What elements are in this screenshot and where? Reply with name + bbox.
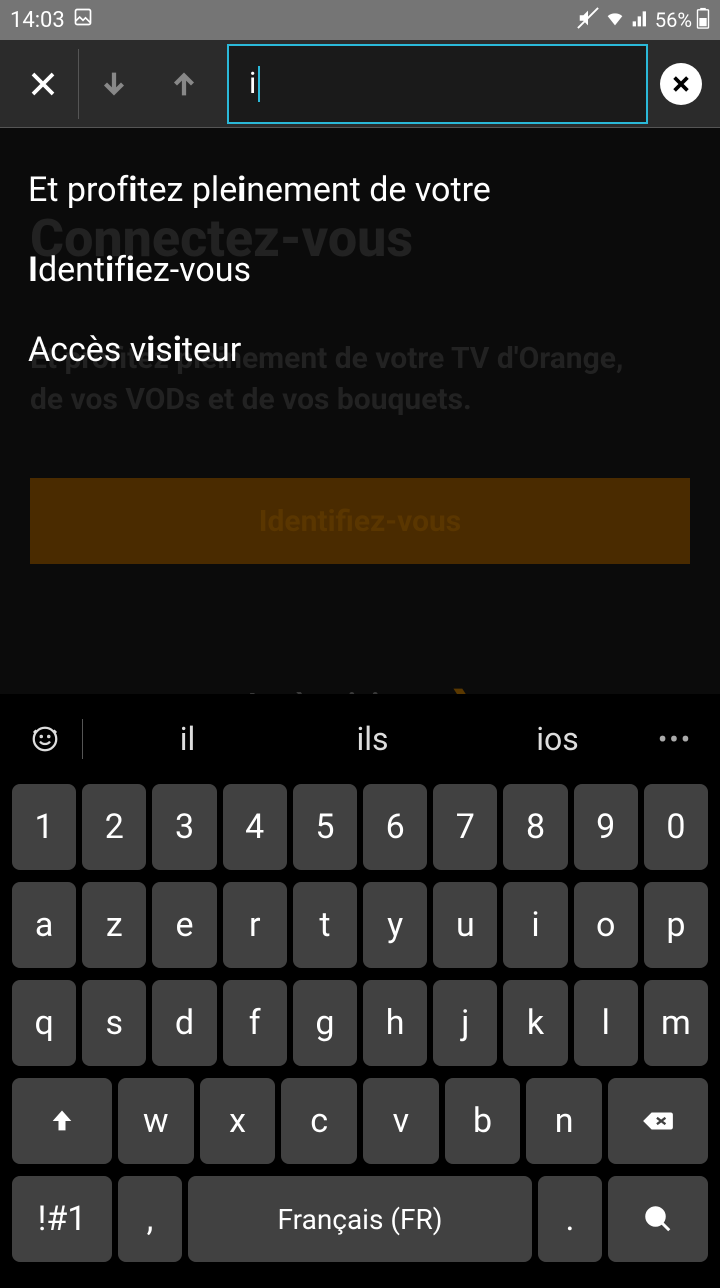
identify-button[interactable]: Identifiez-vous bbox=[30, 478, 690, 564]
key-p[interactable]: p bbox=[644, 882, 708, 968]
shift-key[interactable] bbox=[12, 1078, 112, 1164]
key-s[interactable]: s bbox=[82, 980, 146, 1066]
key-row-2: a z e r t y u i o p bbox=[12, 882, 708, 968]
key-0[interactable]: 0 bbox=[644, 784, 708, 870]
period-key[interactable]: . bbox=[538, 1176, 602, 1262]
symbols-key[interactable]: !#1 bbox=[12, 1176, 112, 1262]
key-b[interactable]: b bbox=[445, 1078, 521, 1164]
divider bbox=[82, 719, 83, 759]
soft-keyboard: il ils ios ••• 1 2 3 4 5 6 7 8 9 0 a z e… bbox=[0, 694, 720, 1280]
key-m[interactable]: m bbox=[644, 980, 708, 1066]
key-row-bottom: !#1 , Français (FR) . bbox=[12, 1176, 708, 1262]
key-z[interactable]: z bbox=[82, 882, 146, 968]
search-key[interactable] bbox=[608, 1176, 708, 1262]
emoji-icon[interactable] bbox=[20, 724, 70, 754]
key-r[interactable]: r bbox=[223, 882, 287, 968]
key-g[interactable]: g bbox=[293, 980, 357, 1066]
key-1[interactable]: 1 bbox=[12, 784, 76, 870]
wifi-icon bbox=[603, 7, 627, 34]
key-7[interactable]: 7 bbox=[433, 784, 497, 870]
key-5[interactable]: 5 bbox=[293, 784, 357, 870]
key-8[interactable]: 8 bbox=[503, 784, 567, 870]
text-caret bbox=[258, 66, 260, 102]
key-2[interactable]: 2 bbox=[82, 784, 146, 870]
key-l[interactable]: l bbox=[574, 980, 638, 1066]
find-result[interactable]: Identifiez-vous bbox=[0, 230, 720, 310]
key-a[interactable]: a bbox=[12, 882, 76, 968]
suggestion[interactable]: ils bbox=[280, 720, 465, 758]
key-w[interactable]: w bbox=[118, 1078, 194, 1164]
key-h[interactable]: h bbox=[363, 980, 427, 1066]
find-result[interactable]: Et profitez pleinement de votre bbox=[0, 150, 720, 230]
suggestion[interactable]: il bbox=[95, 720, 280, 758]
key-k[interactable]: k bbox=[503, 980, 567, 1066]
suggestion-bar: il ils ios ••• bbox=[0, 694, 720, 784]
find-next-down-icon[interactable] bbox=[79, 49, 149, 119]
key-u[interactable]: u bbox=[433, 882, 497, 968]
status-bar: 14:03 56% bbox=[0, 0, 720, 40]
backspace-key[interactable] bbox=[608, 1078, 708, 1164]
find-in-page-bar: i bbox=[0, 40, 720, 128]
key-t[interactable]: t bbox=[293, 882, 357, 968]
find-prev-up-icon[interactable] bbox=[149, 49, 219, 119]
space-key[interactable]: Français (FR) bbox=[188, 1176, 532, 1262]
key-c[interactable]: c bbox=[281, 1078, 357, 1164]
find-input[interactable]: i bbox=[227, 44, 648, 124]
key-row-4: w x c v b n bbox=[12, 1078, 708, 1164]
key-3[interactable]: 3 bbox=[152, 784, 216, 870]
key-4[interactable]: 4 bbox=[223, 784, 287, 870]
key-x[interactable]: x bbox=[200, 1078, 276, 1164]
clear-input-icon[interactable] bbox=[660, 63, 702, 105]
close-icon[interactable] bbox=[8, 49, 78, 119]
find-results-overlay: Et profitez pleinement de votre Identifi… bbox=[0, 128, 720, 390]
key-e[interactable]: e bbox=[152, 882, 216, 968]
key-o[interactable]: o bbox=[574, 882, 638, 968]
mute-icon bbox=[577, 7, 599, 34]
find-input-text: i bbox=[249, 66, 256, 101]
key-9[interactable]: 9 bbox=[574, 784, 638, 870]
key-j[interactable]: j bbox=[433, 980, 497, 1066]
battery-percent: 56% bbox=[655, 8, 692, 32]
status-time: 14:03 bbox=[10, 8, 65, 33]
key-row-numbers: 1 2 3 4 5 6 7 8 9 0 bbox=[12, 784, 708, 870]
key-f[interactable]: f bbox=[223, 980, 287, 1066]
find-result[interactable]: Accès visiteur bbox=[0, 310, 720, 390]
comma-key[interactable]: , bbox=[118, 1176, 182, 1262]
key-i[interactable]: i bbox=[503, 882, 567, 968]
key-6[interactable]: 6 bbox=[363, 784, 427, 870]
suggestion[interactable]: ios bbox=[465, 720, 650, 758]
more-icon[interactable]: ••• bbox=[650, 723, 700, 756]
key-q[interactable]: q bbox=[12, 980, 76, 1066]
key-d[interactable]: d bbox=[152, 980, 216, 1066]
key-row-3: q s d f g h j k l m bbox=[12, 980, 708, 1066]
key-y[interactable]: y bbox=[363, 882, 427, 968]
key-n[interactable]: n bbox=[526, 1078, 602, 1164]
battery-icon bbox=[696, 7, 710, 34]
image-icon bbox=[73, 7, 93, 33]
key-v[interactable]: v bbox=[363, 1078, 439, 1164]
signal-icon bbox=[631, 8, 651, 33]
